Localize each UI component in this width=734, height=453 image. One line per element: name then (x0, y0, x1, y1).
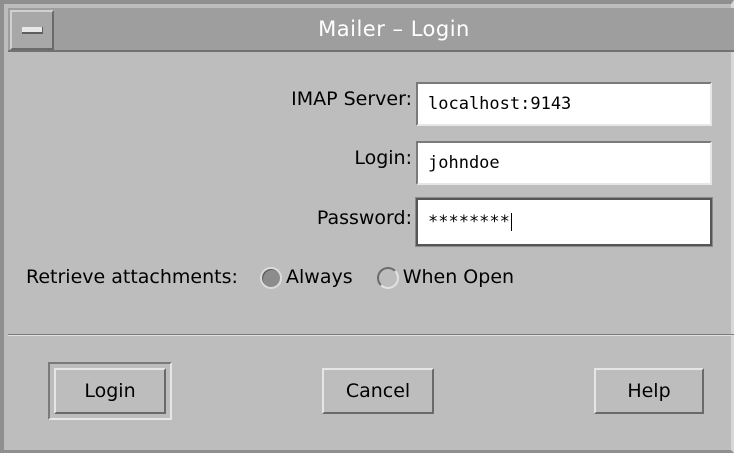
imap-server-input[interactable]: localhost:9143 (416, 82, 712, 126)
radio-when-open[interactable]: When Open (376, 266, 515, 289)
window-menu-button[interactable] (10, 10, 54, 50)
radio-always-label: Always (286, 266, 353, 288)
password-value: ******** (428, 212, 510, 232)
help-button[interactable]: Help (594, 368, 704, 414)
window-menu-icon (22, 27, 43, 34)
radio-selected-icon[interactable] (260, 266, 282, 289)
imap-server-value: localhost:9143 (428, 94, 572, 114)
login-label: Login: (354, 147, 412, 169)
password-label: Password: (316, 207, 412, 229)
radio-when-open-label: When Open (402, 266, 515, 288)
imap-server-label: IMAP Server: (291, 88, 412, 110)
attachments-row: Retrieve attachments: Always When Open (26, 266, 514, 296)
login-input[interactable]: johndoe (416, 141, 712, 185)
login-value: johndoe (428, 153, 500, 173)
login-button[interactable]: Login (54, 368, 166, 414)
login-dialog: Mailer – Login IMAP Server: localhost:91… (0, 0, 734, 453)
radio-unselected-icon[interactable] (376, 266, 399, 289)
password-input[interactable]: ******** (415, 197, 713, 247)
separator (8, 334, 734, 336)
cancel-button[interactable]: Cancel (322, 368, 434, 414)
title-bar[interactable]: Mailer – Login (8, 8, 734, 52)
radio-always[interactable]: Always (260, 266, 359, 289)
attachments-label: Retrieve attachments: (26, 266, 238, 288)
window-title: Mailer – Login (318, 17, 470, 41)
text-cursor (510, 213, 512, 231)
